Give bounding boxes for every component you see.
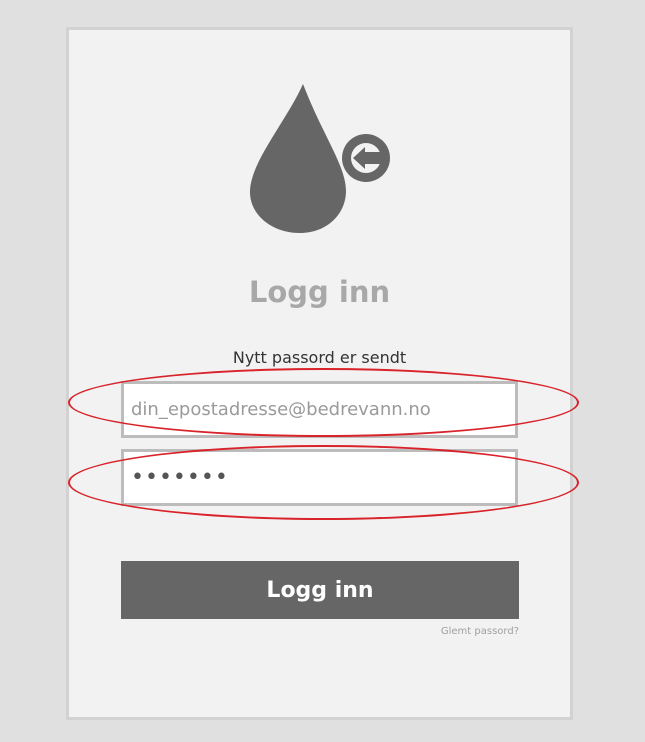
login-button[interactable]: Logg inn bbox=[121, 561, 519, 619]
water-drop-logo-icon bbox=[250, 84, 390, 233]
password-sent-message: Nytt passord er sendt bbox=[232, 348, 407, 367]
forgot-password-link[interactable]: Glemt passord? bbox=[121, 626, 519, 637]
email-input[interactable] bbox=[121, 381, 518, 438]
login-title: Logg inn bbox=[248, 275, 391, 309]
password-input[interactable] bbox=[121, 449, 518, 506]
